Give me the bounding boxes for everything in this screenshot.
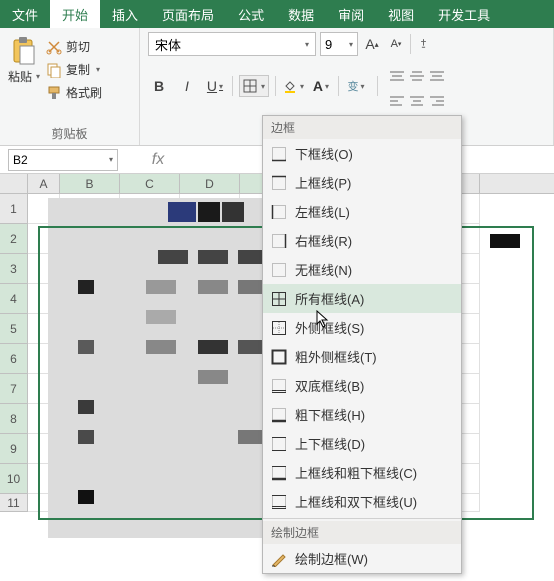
align-center-icon[interactable]: [408, 94, 426, 108]
italic-button[interactable]: I: [176, 75, 198, 97]
row-header-9[interactable]: 9: [0, 434, 28, 464]
pinyin-button[interactable]: 变▾: [345, 75, 367, 97]
col-header-B[interactable]: B: [60, 174, 120, 193]
border-section-header: 边框: [263, 116, 461, 139]
tab-layout[interactable]: 页面布局: [150, 0, 226, 28]
paste-button[interactable]: 粘贴▾: [8, 32, 40, 101]
font-name-select[interactable]: 宋体▾: [148, 32, 316, 56]
border-menu-right[interactable]: 右框线(R): [263, 226, 461, 255]
border-dropdown: 边框 下框线(O)上框线(P)左框线(L)右框线(R)无框线(N)所有框线(A)…: [262, 115, 462, 574]
name-box[interactable]: B2▾: [8, 149, 118, 171]
row-header-3[interactable]: 3: [0, 254, 28, 284]
phonetic-button[interactable]: [410, 34, 430, 54]
decrease-font-button[interactable]: A▾: [386, 34, 406, 54]
bold-button[interactable]: B: [148, 75, 170, 97]
border-menu-topthickbottom[interactable]: 上框线和粗下框线(C): [263, 458, 461, 487]
align-right-icon[interactable]: [428, 94, 446, 108]
cut-button[interactable]: 剪切: [46, 38, 102, 55]
row-header-6[interactable]: 6: [0, 344, 28, 374]
tab-formula[interactable]: 公式: [226, 0, 276, 28]
border-button[interactable]: ▾: [239, 75, 269, 97]
col-header-D[interactable]: D: [180, 174, 240, 193]
obscured-content: [48, 198, 268, 538]
bucket-icon: [282, 78, 298, 94]
clipboard-group-label: 剪贴板: [8, 125, 131, 145]
draw-border-section-header: 绘制边框: [263, 521, 461, 544]
brush-icon: [46, 85, 62, 101]
font-size-select[interactable]: 9▾: [320, 32, 358, 56]
row-header-7[interactable]: 7: [0, 374, 28, 404]
pin-icon: [417, 36, 430, 52]
row-header-11[interactable]: 11: [0, 494, 28, 512]
border-menu-top[interactable]: 上框线(P): [263, 168, 461, 197]
col-header-A[interactable]: A: [28, 174, 60, 193]
select-all-corner[interactable]: [0, 174, 28, 193]
tab-dev[interactable]: 开发工具: [426, 0, 502, 28]
row-header-10[interactable]: 10: [0, 464, 28, 494]
underline-button[interactable]: U▾: [204, 75, 226, 97]
border-menu-dblbottom[interactable]: 双底框线(B): [263, 371, 461, 400]
col-header-C[interactable]: C: [120, 174, 180, 193]
border-menu-left[interactable]: 左框线(L): [263, 197, 461, 226]
row-header-8[interactable]: 8: [0, 404, 28, 434]
copy-icon: [46, 62, 62, 78]
fill-color-button[interactable]: ▾: [282, 75, 304, 97]
border-menu-all[interactable]: 所有框线(A): [263, 284, 461, 313]
tab-data[interactable]: 数据: [276, 0, 326, 28]
border-menu-none[interactable]: 无框线(N): [263, 255, 461, 284]
align-left-icon[interactable]: [388, 94, 406, 108]
align-middle-icon[interactable]: [408, 70, 426, 84]
tab-review[interactable]: 审阅: [326, 0, 376, 28]
border-menu-draw[interactable]: 绘制边框(W): [263, 544, 461, 573]
row-header-2[interactable]: 2: [0, 224, 28, 254]
border-icon: [243, 79, 257, 93]
border-menu-bottom[interactable]: 下框线(O): [263, 139, 461, 168]
border-menu-topdblbottom[interactable]: 上框线和双下框线(U): [263, 487, 461, 516]
tab-home[interactable]: 开始: [50, 0, 100, 28]
row-header-1[interactable]: 1: [0, 194, 28, 224]
align-bottom-icon[interactable]: [428, 70, 446, 84]
scissors-icon: [46, 39, 62, 55]
border-menu-thickbottom[interactable]: 粗下框线(H): [263, 400, 461, 429]
row-header-5[interactable]: 5: [0, 314, 28, 344]
menu-tabs: 文件 开始 插入 页面布局 公式 数据 审阅 视图 开发工具: [0, 0, 554, 28]
format-painter-button[interactable]: 格式刷: [46, 84, 102, 101]
copy-button[interactable]: 复制▾: [46, 61, 102, 78]
fx-button[interactable]: fx: [148, 149, 168, 171]
border-menu-thick[interactable]: 粗外侧框线(T): [263, 342, 461, 371]
border-menu-topbottom[interactable]: 上下框线(D): [263, 429, 461, 458]
align-top-icon[interactable]: [388, 70, 406, 84]
row-header-4[interactable]: 4: [0, 284, 28, 314]
tab-insert[interactable]: 插入: [100, 0, 150, 28]
border-menu-outer[interactable]: 外侧框线(S): [263, 313, 461, 342]
increase-font-button[interactable]: A▴: [362, 34, 382, 54]
tab-view[interactable]: 视图: [376, 0, 426, 28]
paste-icon: [10, 36, 38, 66]
paste-label: 粘贴: [8, 68, 32, 85]
font-color-button[interactable]: A▾: [310, 75, 332, 97]
tab-file[interactable]: 文件: [0, 0, 50, 28]
